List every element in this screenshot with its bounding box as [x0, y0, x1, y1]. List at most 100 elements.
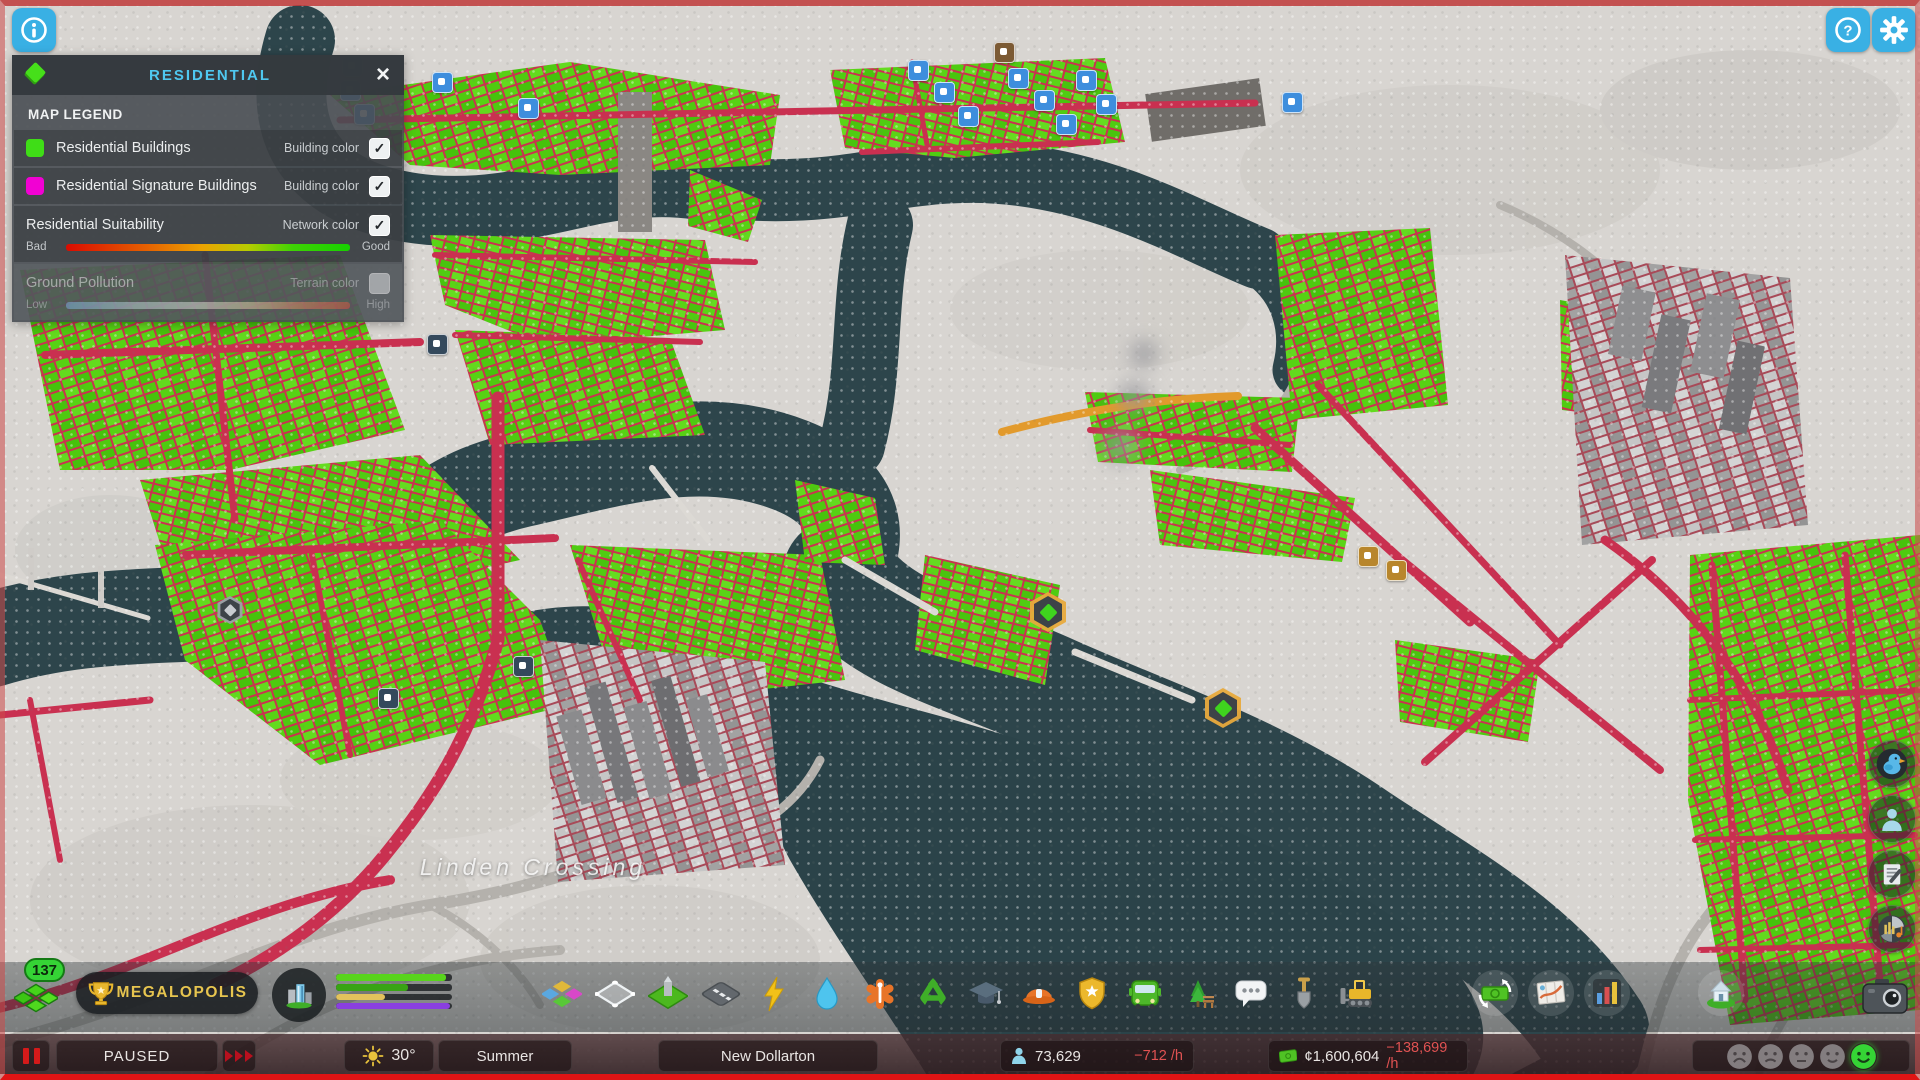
- terraforming-icon[interactable]: [1284, 974, 1324, 1014]
- population-widget[interactable]: 73,629 −712 /h: [1000, 1040, 1194, 1072]
- pause-icon: [22, 1048, 40, 1064]
- map-marker[interactable]: [1008, 68, 1029, 89]
- roads-icon[interactable]: [701, 974, 741, 1014]
- progression-icon[interactable]: [1698, 970, 1744, 1016]
- radio-button[interactable]: [1868, 905, 1916, 953]
- residential-zone-icon: [1213, 698, 1233, 718]
- landmarks-icon[interactable]: [648, 974, 688, 1014]
- legend-row-signature-buildings: Residential Signature Buildings Building…: [14, 168, 402, 204]
- map-marker[interactable]: [1096, 94, 1117, 115]
- map-marker[interactable]: [994, 42, 1015, 63]
- marker-frame: [220, 598, 240, 622]
- zone-icon: [223, 603, 237, 617]
- happiness-faces: [1726, 1043, 1877, 1070]
- suitability-gradient: [66, 243, 350, 251]
- speed-button[interactable]: [222, 1040, 256, 1072]
- very-unhappy-face-icon: [1726, 1043, 1752, 1069]
- check-icon: ✓: [373, 216, 386, 233]
- city-buildings-icon: [286, 984, 312, 1009]
- signature-marker-frame: [1034, 596, 1062, 628]
- season-widget[interactable]: Summer: [438, 1040, 572, 1072]
- statistics-icon[interactable]: [1584, 970, 1630, 1016]
- communications-icon[interactable]: [1231, 974, 1271, 1014]
- camera-icon: [1862, 979, 1908, 1014]
- progress-bar: [336, 984, 452, 991]
- house-marker[interactable]: [378, 688, 399, 709]
- map-marker[interactable]: [1282, 92, 1303, 113]
- scale-min-label: Bad: [26, 241, 47, 253]
- info-button[interactable]: [12, 8, 56, 52]
- temperature-widget[interactable]: 30°: [344, 1040, 434, 1072]
- transportation-icon[interactable]: [1125, 974, 1165, 1014]
- house-marker[interactable]: [427, 334, 448, 355]
- checkbox[interactable]: ✓: [369, 214, 390, 236]
- game-screen: Linden Crossing ? RESIDENTIAL × MAP LEGE…: [0, 0, 1920, 1080]
- photo-mode-button[interactable]: [1862, 978, 1908, 1014]
- help-icon: ?: [1835, 17, 1861, 43]
- pause-button[interactable]: [12, 1040, 50, 1072]
- city-name[interactable]: New Dollarton: [658, 1040, 878, 1072]
- happiness-widget[interactable]: [1692, 1040, 1910, 1072]
- checkbox[interactable]: ✓: [369, 175, 390, 197]
- sun-icon: [362, 1045, 384, 1067]
- house-marker[interactable]: [1358, 546, 1379, 567]
- map-marker[interactable]: [432, 72, 453, 93]
- police-icon[interactable]: [1072, 974, 1112, 1014]
- milestone-pill[interactable]: MEGALOPOLIS: [76, 972, 258, 1014]
- education-icon[interactable]: [966, 974, 1006, 1014]
- simulation-state[interactable]: PAUSED: [56, 1040, 218, 1072]
- water-sewage-icon[interactable]: [807, 974, 847, 1014]
- garbage-icon[interactable]: [913, 974, 953, 1014]
- map-marker[interactable]: [908, 60, 929, 81]
- map-marker[interactable]: [1076, 70, 1097, 91]
- green-swatch: [26, 139, 44, 157]
- chirper-button[interactable]: [1868, 740, 1916, 788]
- areas-icon[interactable]: [595, 974, 635, 1014]
- bulldozer-icon[interactable]: [1337, 974, 1377, 1014]
- electricity-icon[interactable]: [754, 974, 794, 1014]
- progress-bar: [336, 994, 452, 1000]
- checkbox[interactable]: ✓: [369, 272, 390, 294]
- info-icon: [21, 17, 47, 43]
- city-information-icon[interactable]: [1528, 970, 1574, 1016]
- house-marker[interactable]: [1386, 560, 1407, 581]
- map-marker[interactable]: [958, 106, 979, 127]
- pollution-gradient: [66, 301, 350, 309]
- infoview-legend-panel: RESIDENTIAL × MAP LEGEND Residential Bui…: [12, 55, 404, 322]
- citizens-button[interactable]: [1868, 795, 1916, 843]
- house-marker[interactable]: [513, 656, 534, 677]
- economy-icon[interactable]: [1472, 970, 1518, 1016]
- magenta-swatch: [26, 177, 44, 195]
- unhappy-face-icon: [1757, 1043, 1783, 1069]
- parks-recreation-icon[interactable]: [1178, 974, 1218, 1014]
- map-marker[interactable]: [1056, 114, 1077, 135]
- milestone-progress-bars[interactable]: [336, 974, 452, 1012]
- fast-forward-icon: [225, 1050, 253, 1062]
- map-marker[interactable]: [934, 82, 955, 103]
- legend-label: Residential Suitability: [26, 217, 164, 233]
- help-button[interactable]: ?: [1826, 8, 1870, 52]
- status-bar: [0, 1034, 1920, 1074]
- fire-rescue-icon[interactable]: [1019, 974, 1059, 1014]
- checkbox[interactable]: ✓: [369, 137, 390, 159]
- trophy-icon: [88, 982, 114, 1006]
- healthcare-icon[interactable]: [860, 974, 900, 1014]
- milestone-progress-button[interactable]: [272, 968, 326, 1022]
- progress-bar: [336, 974, 452, 981]
- map-marker[interactable]: [518, 98, 539, 119]
- legend-type-label: Terrain color: [290, 276, 359, 290]
- city-level-icon[interactable]: [14, 978, 58, 1018]
- money-widget[interactable]: ¢1,600,604 −138,699 /h: [1268, 1040, 1468, 1072]
- zones-icon[interactable]: [542, 974, 582, 1014]
- legend-label: Residential Signature Buildings: [56, 178, 257, 194]
- map-marker[interactable]: [1034, 90, 1055, 111]
- population-rate: −712 /h: [1134, 1048, 1183, 1064]
- settings-button[interactable]: [1872, 8, 1916, 52]
- journal-button[interactable]: [1868, 850, 1916, 898]
- content-face-icon: [1819, 1043, 1845, 1069]
- close-icon[interactable]: ×: [374, 63, 392, 87]
- legend-panel-header: RESIDENTIAL ×: [12, 55, 404, 95]
- signature-marker-frame: [1209, 692, 1237, 724]
- money-rate: −138,699 /h: [1386, 1040, 1448, 1072]
- journal-icon: [1883, 864, 1902, 885]
